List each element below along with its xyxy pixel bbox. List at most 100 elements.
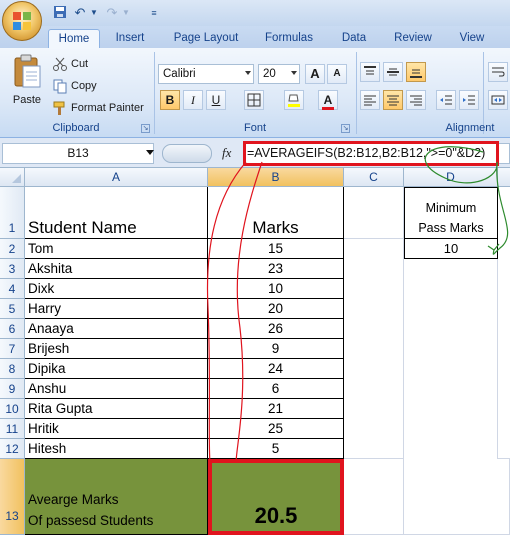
row-header-7[interactable]: 7: [0, 339, 25, 359]
row-header-5[interactable]: 5: [0, 299, 25, 319]
min-pass-value-cell[interactable]: 10: [404, 239, 498, 259]
column-header-a[interactable]: A: [25, 168, 208, 187]
cell[interactable]: [404, 459, 510, 535]
student-name-cell[interactable]: Akshita: [25, 259, 208, 279]
cut-button[interactable]: Cut: [52, 56, 88, 72]
font-size-select[interactable]: 20: [258, 64, 300, 84]
tab-insert[interactable]: Insert: [108, 29, 152, 48]
select-all-corner[interactable]: [0, 168, 25, 187]
student-marks-cell[interactable]: 23: [208, 259, 344, 279]
italic-button[interactable]: I: [183, 90, 203, 110]
header-cell-student-name[interactable]: Student Name: [25, 187, 208, 239]
student-marks-cell[interactable]: 5: [208, 439, 344, 459]
shrink-font-button[interactable]: A: [327, 64, 347, 84]
student-name-cell[interactable]: Tom: [25, 239, 208, 259]
tab-data[interactable]: Data: [334, 29, 374, 48]
cell[interactable]: [498, 187, 510, 459]
student-name-cell[interactable]: Anshu: [25, 379, 208, 399]
student-name-cell[interactable]: Brijesh: [25, 339, 208, 359]
name-box[interactable]: B13: [2, 143, 154, 164]
student-marks-cell[interactable]: 21: [208, 399, 344, 419]
undo-dropdown-icon[interactable]: ▼: [86, 5, 102, 21]
align-right-button[interactable]: [406, 90, 426, 110]
student-marks-cell[interactable]: 10: [208, 279, 344, 299]
formula-cancel-enter-controls[interactable]: [162, 144, 212, 163]
increase-indent-button[interactable]: [459, 90, 479, 110]
borders-icon: [247, 93, 261, 107]
align-top-button[interactable]: [360, 62, 380, 82]
student-name-cell[interactable]: Dixk: [25, 279, 208, 299]
header-cell-marks[interactable]: Marks: [208, 187, 344, 239]
underline-button[interactable]: U: [206, 90, 226, 110]
header-cell-min-pass-marks[interactable]: Minimum Pass Marks: [404, 187, 498, 239]
tab-view[interactable]: View: [452, 29, 492, 48]
student-name-cell[interactable]: Hitesh: [25, 439, 208, 459]
name-box-dropdown-icon[interactable]: [146, 150, 154, 155]
align-center-button[interactable]: [383, 90, 403, 110]
student-name-cell[interactable]: Dipika: [25, 359, 208, 379]
row-header-8[interactable]: 8: [0, 359, 25, 379]
student-name-cell[interactable]: Rita Gupta: [25, 399, 208, 419]
font-launcher-icon[interactable]: ↘: [341, 124, 350, 133]
cell[interactable]: [344, 239, 404, 459]
font-family-value: Calibri: [163, 68, 196, 80]
font-family-select[interactable]: Calibri: [158, 64, 254, 84]
column-header-b[interactable]: B: [208, 168, 344, 187]
tab-review[interactable]: Review: [388, 29, 438, 48]
row-header-4[interactable]: 4: [0, 279, 25, 299]
tab-formulas[interactable]: Formulas: [258, 29, 320, 48]
grow-font-button[interactable]: A: [305, 64, 325, 84]
student-marks-cell[interactable]: 15: [208, 239, 344, 259]
format-painter-button[interactable]: Format Painter: [52, 100, 144, 116]
student-marks-cell[interactable]: 20: [208, 299, 344, 319]
cell[interactable]: [344, 187, 404, 239]
copy-button[interactable]: Copy: [52, 78, 97, 94]
student-marks-cell[interactable]: 9: [208, 339, 344, 359]
student-marks-cell[interactable]: 25: [208, 419, 344, 439]
min-pass-line1: Minimum: [425, 201, 477, 215]
redo-dropdown-icon[interactable]: ▼: [118, 5, 134, 21]
title-bar: ↶ ▼ ↷ ▼ ≡: [0, 0, 510, 41]
align-left-button[interactable]: [360, 90, 380, 110]
column-header-c[interactable]: C: [344, 168, 404, 187]
student-name-cell[interactable]: Anaaya: [25, 319, 208, 339]
result-value-cell[interactable]: 20.5: [208, 459, 344, 535]
clipboard-launcher-icon[interactable]: ↘: [141, 124, 150, 133]
align-bottom-button[interactable]: [406, 62, 426, 82]
row-header-9[interactable]: 9: [0, 379, 25, 399]
wrap-text-button[interactable]: [488, 62, 508, 82]
result-label-cell[interactable]: Avearge Marks Of passesd Students: [25, 459, 208, 535]
office-button[interactable]: [2, 1, 42, 41]
row-header-13[interactable]: 13: [0, 459, 25, 535]
merge-center-button[interactable]: [488, 90, 508, 110]
student-marks-cell[interactable]: 6: [208, 379, 344, 399]
row-header-2[interactable]: 2: [0, 239, 25, 259]
student-name-cell[interactable]: Hritik: [25, 419, 208, 439]
row-header-11[interactable]: 11: [0, 419, 25, 439]
cell[interactable]: [404, 259, 498, 459]
row-header-1[interactable]: 1: [0, 187, 25, 239]
student-marks-cell[interactable]: 26: [208, 319, 344, 339]
borders-button[interactable]: [244, 90, 264, 110]
bold-button[interactable]: B: [160, 90, 180, 110]
column-header-d[interactable]: D: [404, 168, 498, 187]
row-header-12[interactable]: 12: [0, 439, 25, 459]
align-middle-button[interactable]: [383, 62, 403, 82]
tab-page-layout[interactable]: Page Layout: [168, 29, 244, 48]
student-name-cell[interactable]: Harry: [25, 299, 208, 319]
column-header-e[interactable]: [498, 168, 510, 187]
cell[interactable]: [344, 459, 404, 535]
fill-color-button[interactable]: [284, 90, 304, 110]
row-header-6[interactable]: 6: [0, 319, 25, 339]
row-header-10[interactable]: 10: [0, 399, 25, 419]
tab-home[interactable]: Home: [48, 29, 100, 48]
decrease-indent-button[interactable]: [436, 90, 456, 110]
save-icon[interactable]: [52, 5, 68, 21]
student-marks-cell[interactable]: 24: [208, 359, 344, 379]
insert-function-button[interactable]: fx: [222, 145, 231, 161]
row-header-3[interactable]: 3: [0, 259, 25, 279]
paste-button[interactable]: Paste: [6, 54, 48, 116]
customize-toolbar-icon[interactable]: ≡: [146, 5, 162, 21]
font-color-button[interactable]: A: [318, 90, 338, 110]
spreadsheet-grid[interactable]: A B C D 1 2 3 4 5 6 7 8 9 10 11 12 13 St…: [0, 146, 510, 535]
